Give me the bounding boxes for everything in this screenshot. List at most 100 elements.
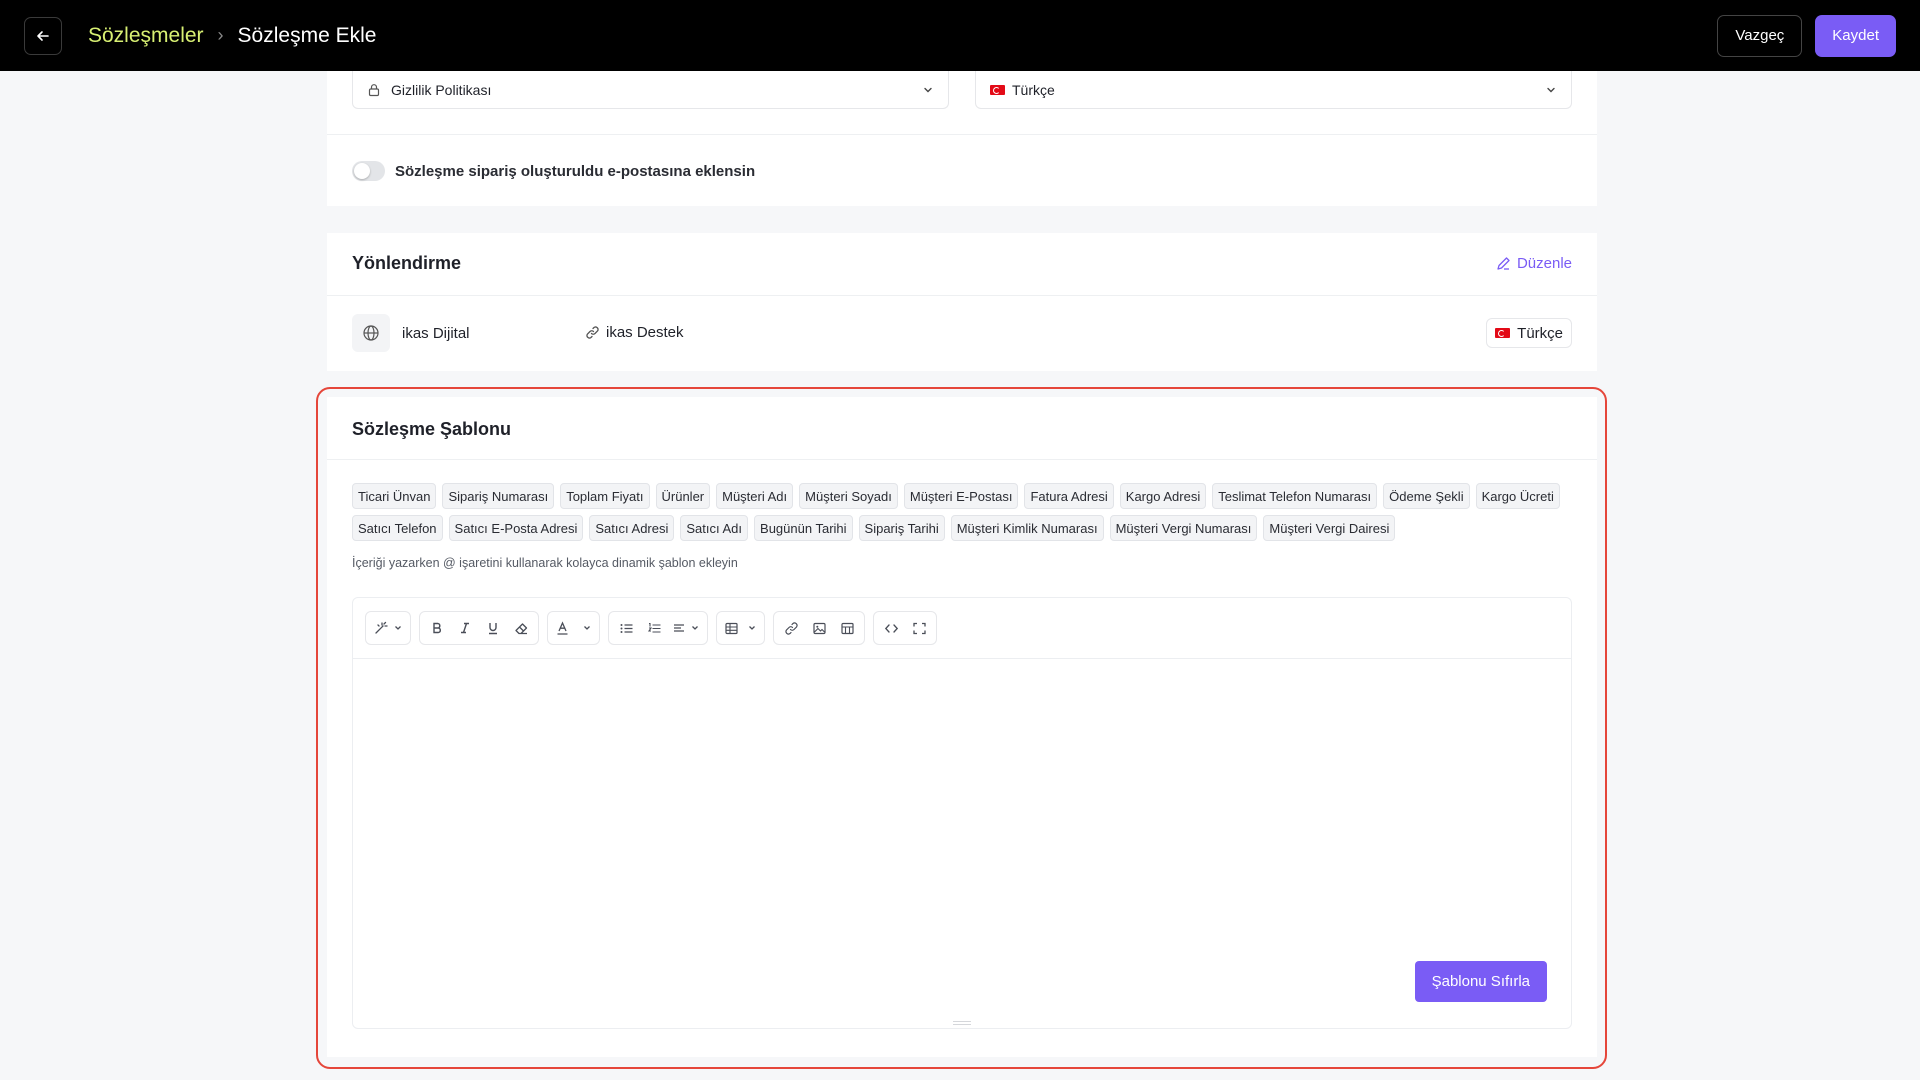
- chevron-down-icon: [395, 626, 401, 630]
- numbered-list-button[interactable]: [641, 614, 667, 642]
- chevron-down-icon: [584, 626, 590, 630]
- template-hint: İçeriği yazarken @ işaretini kullanarak …: [352, 556, 738, 570]
- template-variable-tag[interactable]: Satıcı Adı: [680, 515, 749, 541]
- chevron-down-icon: [749, 626, 755, 630]
- italic-button[interactable]: [452, 614, 478, 642]
- chevron-down-icon: [692, 626, 698, 630]
- chevron-down-icon: [922, 84, 934, 96]
- template-variable-tag[interactable]: Kargo Ücreti: [1475, 483, 1560, 509]
- template-variable-tag[interactable]: Müşteri Adı: [716, 483, 794, 509]
- insert-image-button[interactable]: [806, 614, 832, 642]
- redirect-language-badge: Türkçe: [1486, 318, 1572, 348]
- bold-button[interactable]: [424, 614, 450, 642]
- font-color-button[interactable]: [552, 614, 595, 642]
- edit-redirect-button[interactable]: Düzenle: [1496, 255, 1572, 272]
- link-icon: [784, 621, 798, 635]
- template-variable-tag[interactable]: Sipariş Tarihi: [858, 515, 945, 541]
- table-button[interactable]: [721, 614, 760, 642]
- insert-link-button[interactable]: [778, 614, 804, 642]
- template-variable-tag[interactable]: Sipariş Numarası: [442, 483, 555, 509]
- edit-label: Düzenle: [1516, 255, 1572, 272]
- template-variable-tag[interactable]: Ticari Ünvan: [352, 483, 437, 509]
- grid-table-icon: [840, 622, 854, 634]
- editor-content-area[interactable]: [353, 659, 1571, 1019]
- underline-button[interactable]: [480, 614, 506, 642]
- template-variable-list: Ticari Ünvan Sipariş Numarası Toplam Fiyat…: [352, 483, 1582, 541]
- template-variable-tag[interactable]: Satıcı E-Posta Adresi: [448, 515, 584, 541]
- language-select[interactable]: Türkçe: [975, 71, 1572, 109]
- template-variable-tag[interactable]: Müşteri Vergi Numarası: [1109, 515, 1258, 541]
- template-variable-tag[interactable]: Toplam Fiyatı: [560, 483, 650, 509]
- link-icon: [586, 326, 599, 339]
- arrow-left-icon: [37, 30, 49, 41]
- bullet-list-button[interactable]: [613, 614, 639, 642]
- divider: [327, 295, 1597, 296]
- fullscreen-icon: [912, 622, 926, 634]
- redirect-language: Türkçe: [1517, 324, 1563, 342]
- bold-icon: [433, 622, 441, 634]
- italic-icon: [461, 622, 469, 634]
- cancel-button[interactable]: Vazgeç: [1717, 14, 1803, 57]
- magic-wand-icon: [375, 621, 388, 634]
- clear-format-button[interactable]: [508, 614, 534, 642]
- breadcrumb-separator: ›: [217, 25, 224, 45]
- language-value: Türkçe: [1012, 81, 1055, 98]
- pencil-icon: [1497, 257, 1510, 270]
- breadcrumb: Sözleşmeler › Sözleşme Ekle: [88, 24, 376, 48]
- font-color-icon: [557, 620, 568, 635]
- template-variable-tag[interactable]: Müşteri Soyadı: [799, 483, 898, 509]
- rich-text-editor[interactable]: Şablonu Sıfırla: [352, 597, 1572, 1029]
- template-variable-tag[interactable]: Bugünün Tarihi: [754, 515, 853, 541]
- code-view-button[interactable]: [878, 614, 904, 642]
- align-button[interactable]: [669, 614, 703, 642]
- template-variable-tag[interactable]: Müşteri Vergi Dairesi: [1263, 515, 1396, 541]
- divider: [327, 459, 1597, 460]
- top-bar: Sözleşmeler › Sözleşme Ekle Vazgeç Kayde…: [0, 0, 1920, 71]
- template-variable-tag[interactable]: Müşteri E-Postası: [903, 483, 1019, 509]
- breadcrumb-parent[interactable]: Sözleşmeler: [88, 24, 204, 48]
- contract-settings-card: Gizlilik Politikası Türkçe Sözleşme sipa…: [327, 71, 1597, 206]
- align-left-icon: [674, 624, 684, 632]
- save-button[interactable]: Kaydet: [1815, 14, 1896, 57]
- email-include-label: Sözleşme sipariş oluşturuldu e-postasına…: [395, 163, 756, 180]
- page-title: Sözleşme Ekle: [237, 23, 377, 47]
- redirect-link[interactable]: ikas Destek: [585, 324, 684, 341]
- image-icon: [812, 622, 826, 634]
- template-variable-tag[interactable]: Müşteri Kimlik Numarası: [950, 515, 1104, 541]
- template-title: Sözleşme Şablonu: [352, 419, 512, 439]
- template-variable-tag[interactable]: Kargo Adresi: [1119, 483, 1207, 509]
- template-variable-tag[interactable]: Fatura Adresi: [1024, 483, 1114, 509]
- fullscreen-button[interactable]: [906, 614, 932, 642]
- template-variable-tag[interactable]: Teslimat Telefon Numarası: [1212, 483, 1378, 509]
- template-variable-tag[interactable]: Ürünler: [655, 483, 711, 509]
- email-include-toggle[interactable]: [352, 161, 385, 181]
- chevron-down-icon: [1545, 84, 1557, 96]
- template-variable-tag[interactable]: Ödeme Şekli: [1383, 483, 1470, 509]
- redirect-title: Yönlendirme: [352, 253, 462, 273]
- reset-template-button[interactable]: Şablonu Sıfırla: [1414, 961, 1547, 1002]
- table-icon: [725, 622, 738, 634]
- redirect-link-label: ikas Destek: [606, 324, 684, 341]
- contract-type-value: Gizlilik Politikası: [391, 81, 492, 98]
- redirect-card: Yönlendirme Düzenle ikas Dijital ikas De…: [327, 233, 1597, 371]
- template-card: Sözleşme Şablonu Ticari Ünvan Sipariş Num…: [327, 397, 1597, 1057]
- code-icon: [884, 623, 898, 633]
- insert-video-button[interactable]: [834, 614, 860, 642]
- editor-toolbar: [353, 598, 1571, 659]
- template-variable-tag[interactable]: Satıcı Adresi: [589, 515, 675, 541]
- lock-icon: [367, 83, 381, 97]
- contract-type-select[interactable]: Gizlilik Politikası: [352, 71, 949, 109]
- numbered-list-icon: [647, 622, 660, 633]
- turkey-flag-icon: [990, 84, 1005, 95]
- back-button[interactable]: [24, 16, 62, 55]
- underline-icon: [489, 623, 497, 635]
- bullet-list-icon: [620, 623, 632, 633]
- magic-format-button[interactable]: [370, 614, 406, 642]
- globe-icon: [352, 314, 390, 352]
- template-variable-tag[interactable]: Satıcı Telefon: [352, 515, 443, 541]
- turkey-flag-icon: [1495, 328, 1511, 338]
- eraser-icon: [514, 622, 527, 634]
- redirect-site-name: ikas Dijital: [402, 325, 470, 342]
- editor-resize-handle[interactable]: [953, 1021, 971, 1025]
- divider: [327, 134, 1597, 135]
